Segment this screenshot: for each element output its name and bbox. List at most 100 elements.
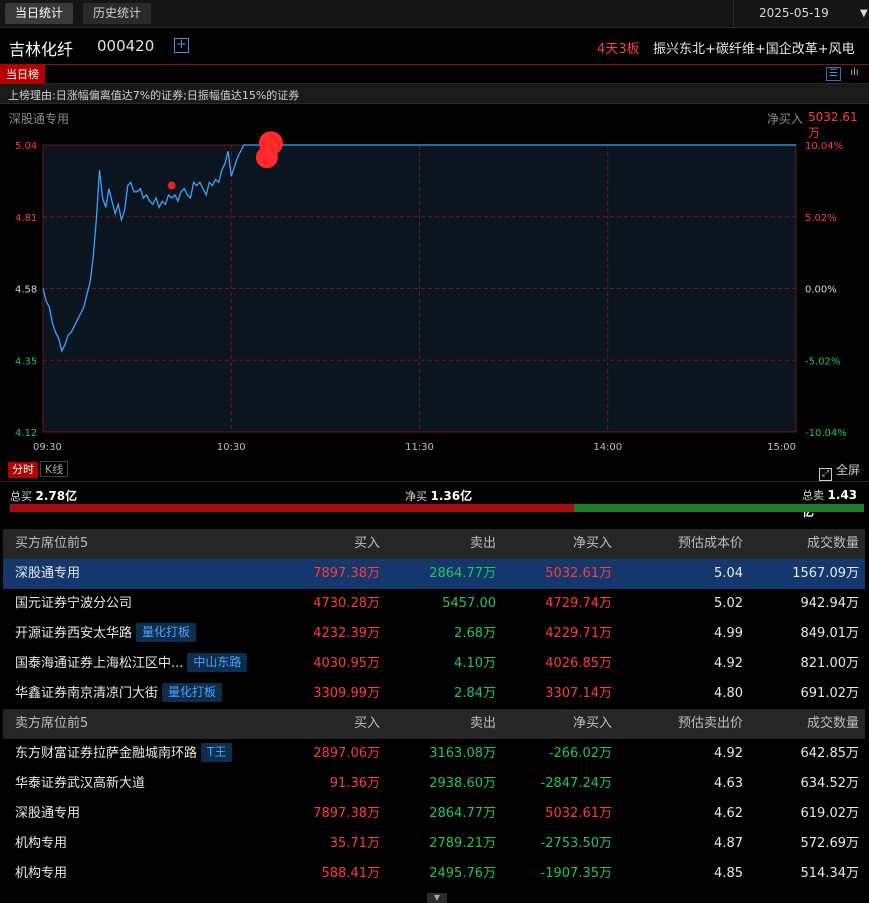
y-tick-label: 4.12 <box>15 428 37 439</box>
table-row[interactable]: 深股通专用 7897.38万 2864.77万 5032.61万 5.04 1567.09… <box>3 559 865 589</box>
table-row[interactable]: 华泰证券武汉高新大道 91.36万 2938.60万 -2847.24万 4.63 634… <box>3 769 865 799</box>
x-tick-label: 14:00 <box>593 442 622 453</box>
date-selector[interactable]: 2025-05-19 ▼ <box>733 0 869 28</box>
table-header: 买方席位前5 买入 卖出 净买入 预估成本价 成交数量 <box>3 529 865 559</box>
net-amount: 5032.61万 <box>545 566 612 581</box>
x-tick-label: 15:00 <box>767 442 796 453</box>
buy-amount: 3309.99万 <box>313 686 380 701</box>
net-buy-label: 净买入 <box>767 112 804 126</box>
header-price[interactable]: 预估成本价 <box>678 529 743 559</box>
seat-tag[interactable]: 量化打板 <box>136 623 197 642</box>
concept-tags[interactable]: 振兴东北+碳纤维+国企改革+风电 <box>653 38 855 57</box>
est-price: 4.92 <box>714 656 743 671</box>
buy-amount: 4730.28万 <box>313 596 380 611</box>
sell-amount: 2938.60万 <box>429 776 496 791</box>
buy-sell-ratio-bar <box>10 504 864 512</box>
table-row[interactable]: 深股通专用 7897.38万 2864.77万 5032.61万 4.62 619.02万 <box>3 799 865 829</box>
header-sell[interactable]: 卖出 <box>470 709 496 739</box>
header-seat: 买方席位前5 <box>15 536 89 551</box>
net-amount: 4729.74万 <box>545 596 612 611</box>
net-amount: 5032.61万 <box>545 806 612 821</box>
x-tick-label: 11:30 <box>405 442 434 453</box>
bar-chart-icon[interactable]: ılı <box>847 67 862 81</box>
header-net[interactable]: 净买入 <box>573 709 612 739</box>
table-row[interactable]: 国元证券宁波分公司 4730.28万 5457.00 4729.74万 5.02 942.… <box>3 589 865 619</box>
buy-seats-table: 买方席位前5 买入 卖出 净买入 预估成本价 成交数量 深股通专用 7897.38… <box>3 529 865 709</box>
header-net[interactable]: 净买入 <box>573 529 612 559</box>
header-sell[interactable]: 卖出 <box>470 529 496 559</box>
pct-tick-label: -10.04% <box>805 428 847 439</box>
buy-amount: 7897.38万 <box>313 806 380 821</box>
chevron-down-icon[interactable]: ▼ <box>427 893 447 903</box>
seat-name[interactable]: 机构专用 <box>15 859 67 889</box>
top-bar: 当日统计 历史统计 2025-05-19 ▼ <box>0 0 869 28</box>
volume: 514.34万 <box>800 866 860 881</box>
y-tick-label: 4.81 <box>15 213 37 224</box>
rank-tag[interactable]: 当日榜 <box>0 65 45 84</box>
sell-amount: 4.10万 <box>454 656 496 671</box>
y-tick-label: 4.58 <box>15 285 37 296</box>
buy-ratio-fill <box>10 504 574 512</box>
volume: 691.02万 <box>800 686 860 701</box>
seat-tag[interactable]: 量化打板 <box>162 683 223 702</box>
seat-name[interactable]: 华泰证券武汉高新大道 <box>15 769 145 799</box>
rank-bar: 当日榜 ☰ ılı <box>0 64 869 84</box>
seat-name[interactable]: 深股通专用 <box>15 559 80 589</box>
seat-name[interactable]: 东方财富证券拉萨金融城南环路 T王 <box>15 739 233 769</box>
expand-icon: ⤢ <box>819 468 832 481</box>
listing-reason-text: 上榜理由:日涨幅偏离值达7%的证券;日振幅值达15%的证券 <box>8 89 300 102</box>
stock-code: 000420 <box>97 37 155 55</box>
table-row[interactable]: 机构专用 35.71万 2789.21万 -2753.50万 4.87 572.69万 <box>3 829 865 859</box>
stock-header: 吉林化纤 000420 + 4天3板 振兴东北+碳纤维+国企改革+风电 <box>0 28 869 64</box>
intraday-chart[interactable]: 5.04 4.81 4.58 4.35 4.12 10.04% 5.02% 0.00% -5.0… <box>0 130 869 455</box>
tab-kline[interactable]: K线 <box>40 461 69 477</box>
seat-name[interactable]: 机构专用 <box>15 829 67 859</box>
header-buy[interactable]: 买入 <box>354 709 380 739</box>
buy-amount: 91.36万 <box>329 776 380 791</box>
fullscreen-button[interactable]: ⤢ 全屏 <box>819 461 860 481</box>
pct-tick-label: 5.02% <box>805 213 837 224</box>
table-row[interactable]: 东方财富证券拉萨金融城南环路 T王 2897.06万 3163.08万 -266.02万… <box>3 739 865 769</box>
header-seat: 卖方席位前5 <box>15 716 89 731</box>
tab-intraday[interactable]: 分时 <box>8 462 38 478</box>
sell-amount: 3163.08万 <box>429 746 496 761</box>
seat-name[interactable]: 国元证券宁波分公司 <box>15 589 132 619</box>
list-view-icon[interactable]: ☰ <box>826 67 841 81</box>
seat-tag[interactable]: 中山东路 <box>187 653 248 672</box>
net-amount: -266.02万 <box>548 746 612 761</box>
seat-tag[interactable]: T王 <box>201 743 233 762</box>
header-volume[interactable]: 成交数量 <box>807 709 859 739</box>
stock-name[interactable]: 吉林化纤 <box>9 36 73 60</box>
fullscreen-label: 全屏 <box>836 463 861 477</box>
seat-name[interactable]: 开源证券西安太华路 量化打板 <box>15 619 197 649</box>
header-volume[interactable]: 成交数量 <box>807 529 859 559</box>
trade-marker <box>255 146 278 169</box>
est-price: 4.80 <box>714 686 743 701</box>
add-watchlist-icon[interactable]: + <box>174 38 189 53</box>
seat-name[interactable]: 华鑫证券南京清凉门大街 量化打板 <box>15 679 223 709</box>
tab-today-stats[interactable]: 当日统计 <box>5 3 74 24</box>
table-row[interactable]: 华鑫证券南京清凉门大街 量化打板 3309.99万 2.84万 3307.14万 4.80… <box>3 679 865 709</box>
volume: 634.52万 <box>800 776 860 791</box>
net-amount: -1907.35万 <box>540 866 612 881</box>
header-buy[interactable]: 买入 <box>354 529 380 559</box>
volume: 849.01万 <box>800 626 860 641</box>
total-net: 净买 1.36亿 <box>405 489 473 503</box>
seat-name[interactable]: 深股通专用 <box>15 799 80 829</box>
sell-seats-table: 卖方席位前5 买入 卖出 净买入 预估卖出价 成交数量 东方财富证券拉萨金融城南… <box>3 709 865 889</box>
table-row[interactable]: 机构专用 588.41万 2495.76万 -1907.35万 4.85 514.34万 <box>3 859 865 889</box>
y-tick-label: 4.35 <box>15 356 37 367</box>
sell-amount: 2.68万 <box>454 626 496 641</box>
header-price[interactable]: 预估卖出价 <box>678 709 743 739</box>
tab-history-stats[interactable]: 历史统计 <box>83 3 152 24</box>
seat-name[interactable]: 国泰海通证券上海松江区中... 中山东路 <box>15 649 248 679</box>
table-header: 卖方席位前5 买入 卖出 净买入 预估卖出价 成交数量 <box>3 709 865 739</box>
volume: 1567.09万 <box>792 566 859 581</box>
pct-tick-label: 0.00% <box>805 285 837 296</box>
est-price: 5.02 <box>714 596 743 611</box>
table-row[interactable]: 国泰海通证券上海松江区中... 中山东路 4030.95万 4.10万 4026.85万… <box>3 649 865 679</box>
pct-tick-label: 10.04% <box>805 141 843 152</box>
buy-amount: 35.71万 <box>329 836 380 851</box>
table-row[interactable]: 开源证券西安太华路 量化打板 4232.39万 2.68万 4229.71万 4.99 84… <box>3 619 865 649</box>
est-price: 4.63 <box>714 776 743 791</box>
